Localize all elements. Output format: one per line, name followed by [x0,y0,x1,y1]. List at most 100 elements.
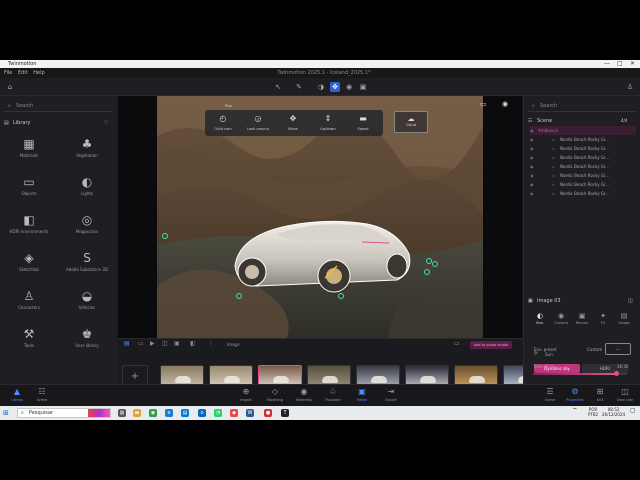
word-icon[interactable]: W [246,409,254,417]
library-item-hdri-environments[interactable]: ◧ HDRI environments [0,210,58,250]
lock-icon[interactable]: ▫ [552,144,555,153]
cloud-button[interactable]: ☁ Cloud [394,111,428,133]
edge-icon[interactable]: e [165,409,173,417]
lock-icon[interactable]: ▫ [552,162,555,171]
panorama-mode-icon[interactable]: ▭ [138,340,144,347]
app-icon[interactable]: ◆ [230,409,238,417]
twinmotion-icon[interactable]: T [281,409,289,417]
whatsapp-icon[interactable]: ◔ [214,409,222,417]
dock-left-scene[interactable]: ☷ Scene [27,387,57,402]
scene-search[interactable]: ⌕ Search [528,100,636,112]
library-item-user-library[interactable]: ♚ User library [58,324,116,364]
library-item-vegetation[interactable]: ♣ Vegetation [58,134,116,174]
tree-row[interactable]: ◉ ▫ Nordic Beach Rocky Gr... [530,153,636,162]
library-header[interactable]: ▤ Library ♡ [0,118,117,128]
dock-center-materials[interactable]: ◉ Materials [289,387,319,402]
visibility-icon[interactable]: ◉ [530,171,534,180]
chrome-icon[interactable]: ◉ [149,409,157,417]
visibility-icon[interactable]: ◉ [530,135,534,144]
time-of-day-slider[interactable] [533,371,627,376]
dock-center-export[interactable]: ⇥ Export [376,387,406,402]
favorite-icon[interactable]: ♡ [104,118,108,128]
windows-start-icon[interactable]: ⊞ [3,409,9,417]
notification-icon[interactable]: ▢ [630,408,636,414]
lock-icon[interactable]: ▫ [552,135,555,144]
nav-tool-look-around[interactable]: ◶ Look around [243,114,273,131]
tree-row[interactable]: ◉ ▫ Nordic Beach Rocky Gr... [530,180,636,189]
tree-row-ambiance[interactable]: ◉ Ambiance [530,126,636,135]
lock-icon[interactable]: ▫ [552,189,555,198]
home-icon[interactable]: ⌂ [5,82,15,92]
lock-icon[interactable]: ▫ [552,153,555,162]
user-icon[interactable]: ♙ [625,82,635,92]
close-button[interactable]: ✕ [630,60,635,68]
tree-row[interactable]: ◉ ▫ Nordic Beach Rocky Gr... [530,162,636,171]
minimize-button[interactable]: — [604,60,610,68]
library-item-sketchfab[interactable]: ◈ Sketchfab [0,248,58,288]
library-search[interactable]: ⌕ Search [4,100,112,112]
library-item-vehicles[interactable]: ◒ Vehicles [58,286,116,326]
photo-studio-icon[interactable]: ◧ [190,340,196,347]
visibility-icon[interactable]: ◉ [530,126,534,135]
tree-row[interactable]: ◉ ▫ Nordic Beach Rocky Gr... [530,144,636,153]
nav-tool-up-down[interactable]: ⇕ Up/down [313,114,343,131]
tree-row[interactable]: ◉ ▫ Nordic Beach Rocky Gr... [530,135,636,144]
image-mode-icon[interactable]: ▤ [124,340,130,347]
visibility-icon[interactable]: ◉ [502,100,508,108]
phasing-mode-icon[interactable]: ◫ [162,340,168,347]
video-mode-icon[interactable]: ▶ [150,340,155,347]
transform-icon[interactable]: ✥ [330,82,340,92]
library-item-megascans[interactable]: ◎ Megascans [58,210,116,250]
network-icon[interactable]: ⌔ [572,408,578,414]
pointer-icon[interactable]: ↖ [273,82,283,92]
recording-icon[interactable]: ● [264,409,272,417]
aspect-ratio-icon[interactable]: ▭ [480,100,487,108]
library-item-label: Vehicles [78,305,96,310]
nav-tool-speed[interactable]: ▬ Speed [348,114,378,131]
tree-row[interactable]: ◉ ▫ Nordic Beach Rocky Gr... [530,171,636,180]
presentation-mode-icon[interactable]: ▣ [174,340,180,347]
menu-edit[interactable]: Edit [18,70,28,76]
maximize-button[interactable]: □ [617,60,623,68]
brush-icon[interactable]: ✎ [294,82,304,92]
options-icon[interactable]: ⋮ [208,340,214,347]
lock-icon[interactable]: ▫ [552,180,555,189]
library-item-materials[interactable]: ▦ Materials [0,134,58,174]
visibility-icon[interactable]: ◉ [530,180,534,189]
task-view-icon[interactable]: ▥ [118,409,126,417]
lock-icon[interactable]: ▫ [552,171,555,180]
clock[interactable]: 08:52 26/12/2024 [602,407,625,417]
dock-center-media[interactable]: ▣ Media [347,387,377,402]
visibility-icon[interactable]: ◉ [530,144,534,153]
menu-help[interactable]: Help [33,70,44,76]
visibility-icon[interactable]: ◉ [530,153,534,162]
render-icon[interactable]: ▭ [454,340,460,347]
tree-row[interactable]: ◉ ▫ Nordic Beach Rocky Gr... [530,189,636,198]
visibility-icon[interactable]: ◉ [530,189,534,198]
taskbar-search[interactable]: ⌕ Pesquisar [17,408,111,418]
time-of-day-knob[interactable] [613,371,619,376]
nav-tool-move[interactable]: ✥ Move [278,114,308,131]
nav-tool-orbit-cam[interactable]: ◴ Orbit cam [208,114,238,131]
library-item-adobe-substance-3d[interactable]: S Adobe Substance 3D [58,248,116,288]
dock-right-view-cam[interactable]: ◫ View cam [610,387,640,402]
render-mode-icon[interactable]: ◑ [316,82,326,92]
language-indicator[interactable]: POR PTB2 [588,407,598,417]
dock-center-import[interactable]: ⊕ Import [231,387,261,402]
add-to-photo-studio-button[interactable]: Add to photo studio [470,341,512,349]
file-explorer-icon[interactable]: ▬ [133,409,141,417]
library-item-characters[interactable]: ♙ Characters [0,286,58,326]
library-item-objects[interactable]: ▭ Objects [0,172,58,212]
library-item-lights[interactable]: ◐ Lights [58,172,116,212]
screenshot-icon[interactable]: ▣ [358,82,368,92]
store-icon[interactable]: ▤ [181,409,189,417]
scene-header[interactable]: ☷ Scene 4/4 [524,116,640,126]
menu-file[interactable]: File [4,70,12,76]
dock-center-modeling[interactable]: ◇ Modeling [260,387,290,402]
outlook-icon[interactable]: o [198,409,206,417]
library-item-tools[interactable]: ⚒ Tools [0,324,58,364]
visibility-icon[interactable]: ◉ [530,162,534,171]
camera-icon[interactable]: ◉ [344,82,354,92]
viewport[interactable]: Plus ◴ Orbit cam ◶ Look around ✥ Move ⇕ Up/down… [157,96,483,338]
dock-center-populate[interactable]: ♧ Populate [318,387,348,402]
